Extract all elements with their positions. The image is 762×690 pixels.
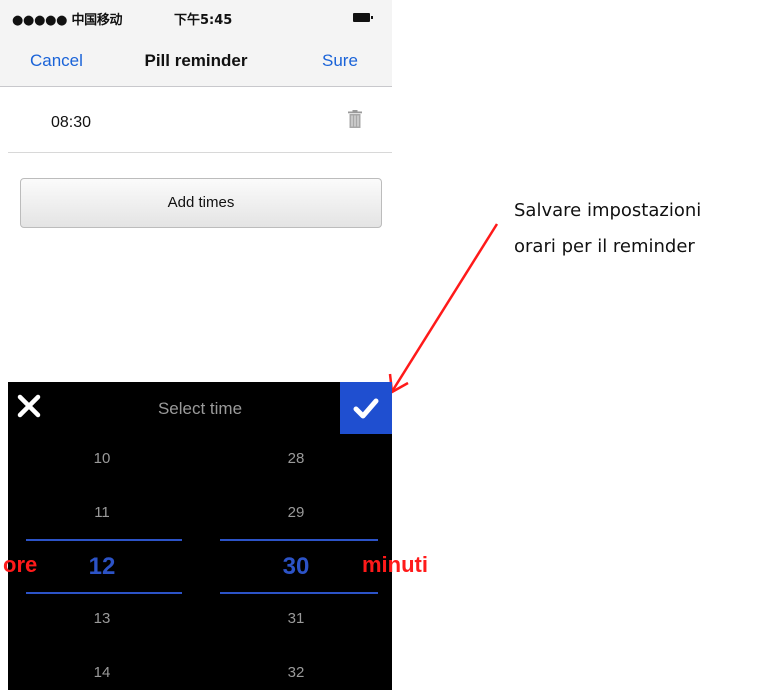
hour-option[interactable]: 14 [72,664,132,681]
trash-icon[interactable] [348,110,362,128]
annotation-line-1: Salvare impostazioni [514,200,702,221]
check-icon [353,398,379,419]
annotation-text: Salvare impostazioni orari per il remind… [514,193,701,265]
add-times-button[interactable]: Add times [20,178,382,228]
minutes-annotation-label: minuti [362,552,428,577]
minute-selection-line-bottom [220,592,378,594]
hour-selection-line-bottom [26,592,182,594]
minute-selected[interactable]: 30 [266,553,326,581]
minute-selection-line-top [220,539,378,541]
status-bar: ●●●●● 中国移动 下午5:45 [0,0,392,38]
picker-title: Select time [157,399,243,418]
sure-button[interactable]: Sure [322,51,358,71]
reminder-time-value: 08:30 [51,114,92,131]
confirm-button[interactable] [340,382,392,434]
hour-selected[interactable]: 12 [72,553,132,581]
status-time: 下午5:45 [174,13,233,28]
minute-option[interactable]: 32 [266,664,326,681]
pill-reminder-screen: ●●●●● 中国移动 下午5:45 Cancel Pill reminder S… [0,0,392,240]
cancel-button[interactable]: Cancel [30,51,83,71]
minute-option[interactable]: 31 [266,610,326,627]
reminder-time-row[interactable]: 08:30 [8,87,392,153]
minute-option[interactable]: 28 [266,450,326,467]
hour-option[interactable]: 10 [72,450,132,467]
hours-annotation-label: ore [3,552,38,577]
minute-option[interactable]: 29 [266,504,326,521]
time-picker: Select time 10 11 12 13 14 28 29 30 31 3… [8,382,392,690]
close-icon[interactable] [16,393,42,419]
hour-option[interactable]: 11 [72,504,132,521]
nav-bar: Cancel Pill reminder Sure [0,38,392,87]
annotation-line-2: orari per il reminder [514,236,695,257]
carrier-label: ●●●●● 中国移动 [12,13,123,28]
hour-selection-line-top [26,539,182,541]
hour-option[interactable]: 13 [72,610,132,627]
battery-icon [353,13,373,22]
